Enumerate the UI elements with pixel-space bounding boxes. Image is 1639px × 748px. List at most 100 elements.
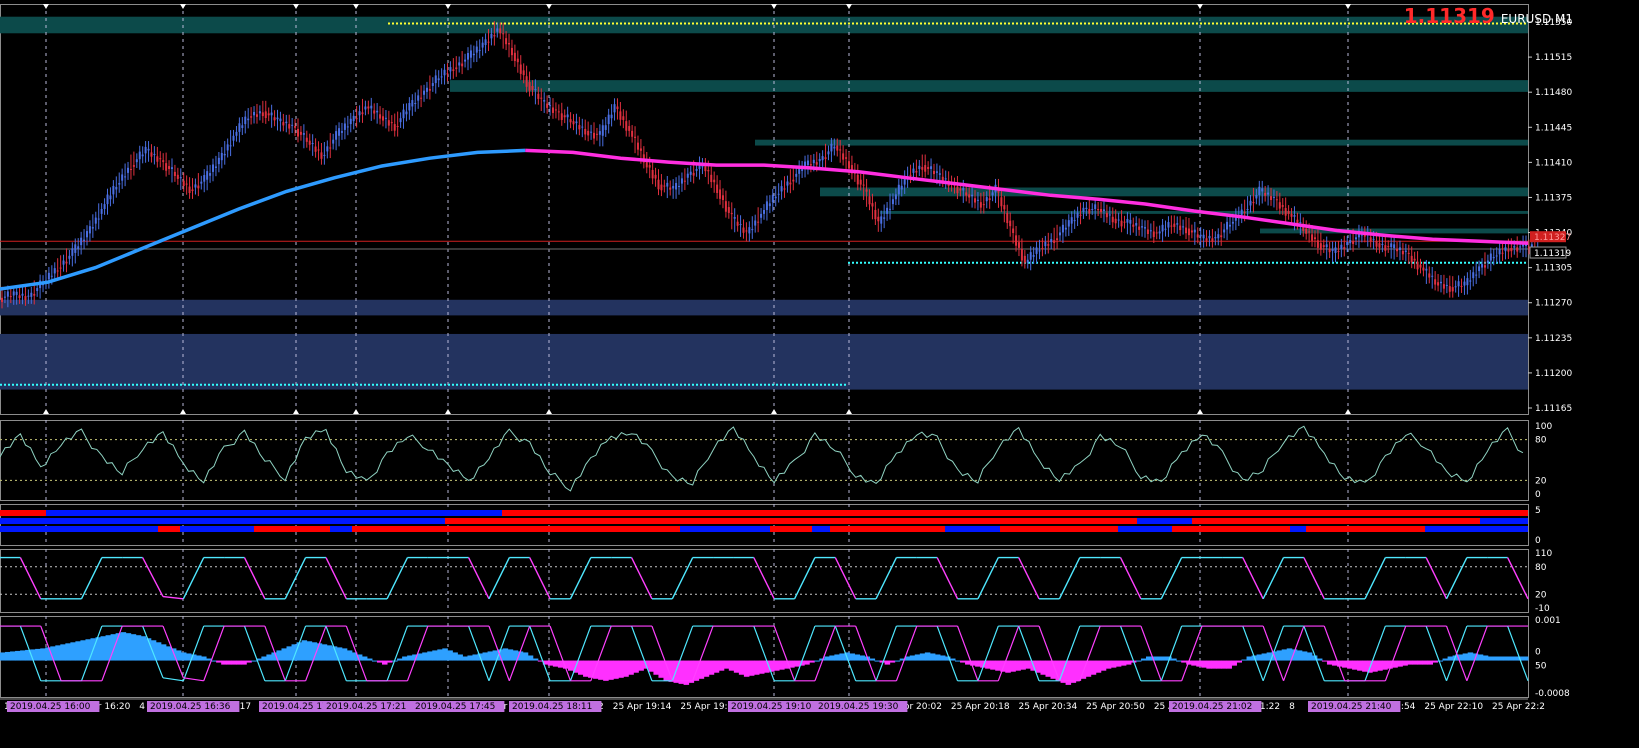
candle-body [209,173,212,176]
candle-body [478,49,481,51]
time-highlight-label: 2019.04.25 18:11 [512,702,592,712]
candle-body [361,112,364,115]
candle-body [824,157,827,160]
candle-body [883,217,886,219]
candle-body [273,117,276,121]
macd-histogram-bar [1377,660,1383,671]
macd-histogram-bar [261,656,267,661]
signal-bar-blue [680,526,770,532]
macd-histogram-bar [1492,656,1499,661]
macd-histogram-bar [10,651,16,661]
signal-bar-red [830,526,945,532]
signal-axis-label: 5 [1535,506,1541,516]
candle-body [194,184,197,188]
candle-body [106,194,109,205]
candle-body [387,120,390,126]
candle-body [393,124,396,131]
candle-body [581,126,584,128]
candle-body [1226,221,1229,230]
price-readout: 1.11319 EURUSD M1 [1404,4,1573,28]
macd-histogram-bar [387,660,393,663]
candle-body [1419,264,1422,268]
macd-histogram-bar [236,660,242,665]
candle-body [338,128,341,136]
stoch-axis-label: 80 [1535,436,1547,446]
macd-histogram-bar [1070,660,1077,683]
candle-body [305,137,308,142]
candle-body [595,133,598,135]
macd-histogram-bar [874,660,881,662]
candle-body [1044,241,1047,247]
chart-canvas[interactable]: 1.115501.115151.114801.114451.114101.113… [0,0,1639,744]
supply-zone [755,139,1528,146]
macd-histogram-bar [708,660,715,675]
macd-axis-label: 0 [1535,648,1541,658]
candle-body [258,111,261,114]
candle-body [968,194,971,198]
macd-main-line [956,625,979,682]
macd-axis-label: 0.001 [1535,616,1561,626]
macd-histogram-bar [1462,653,1469,661]
time-axis-label: 25 Apr 22:10 [1424,702,1483,712]
candle-body [763,209,765,214]
stoch-axis-label: 0 [1535,490,1541,500]
candle-body [68,255,71,259]
signal-bar-red [254,526,330,532]
macd-histogram-bar [774,660,780,671]
candle-body [1375,241,1378,247]
macd-histogram-bar [1221,660,1227,669]
macd-histogram-bar [70,642,76,661]
candle-body [622,116,625,120]
candle-body [839,149,842,151]
candle-body [206,171,209,180]
candle-body [1401,250,1404,255]
macd-main-line [773,625,796,682]
candle-body [1038,250,1041,252]
candle-body [965,192,968,196]
candle-body [197,185,200,189]
candle-body [976,199,979,201]
candle-body [754,220,757,226]
macd-histogram-bar [286,646,293,661]
macd-histogram-bar [1035,660,1041,673]
macd-histogram-bar [1432,660,1439,663]
macd-signal-line [162,677,184,682]
candle-body [297,128,300,137]
candle-body [944,178,947,180]
candle-body [1261,188,1264,192]
candle-body [578,125,581,130]
candle-body [1293,215,1296,217]
macd-histogram-bar [1040,660,1046,675]
macd-signal-line [1364,625,1386,682]
macd-histogram-bar [211,660,217,662]
candle-body [335,131,338,140]
candle-body [466,53,469,60]
rsi-line-segment [182,557,205,600]
macd-histogram-bar [130,634,137,661]
macd-histogram-bar [1231,660,1237,666]
macd-histogram-bar [1357,660,1363,671]
macd-histogram-bar [1422,660,1428,665]
candle-body [795,173,798,177]
candle-body [1015,235,1018,246]
candle-body [1132,224,1135,227]
macd-histogram-bar [1306,652,1313,661]
signal-bar-blue [330,526,352,532]
candle-body [1144,227,1146,229]
candle-body [789,182,792,185]
macd-histogram-bar [65,643,71,661]
candle-body [1390,243,1393,248]
candle-body [1117,219,1120,221]
candle-body [689,171,692,175]
candle-body [437,78,440,81]
macd-histogram-bar [1321,660,1328,662]
candle-body [1202,234,1205,239]
candle-body [431,83,434,86]
candle-body [461,63,464,67]
session-marker-icon [43,4,49,9]
candle-body [238,123,241,132]
chart-window[interactable]: 1.11550 1.11515 1.11480 1.11445 1.11410 1.113… [0,0,1639,744]
macd-histogram-bar [487,651,494,661]
candle-body [1085,207,1088,209]
macd-histogram-bar [382,660,388,665]
